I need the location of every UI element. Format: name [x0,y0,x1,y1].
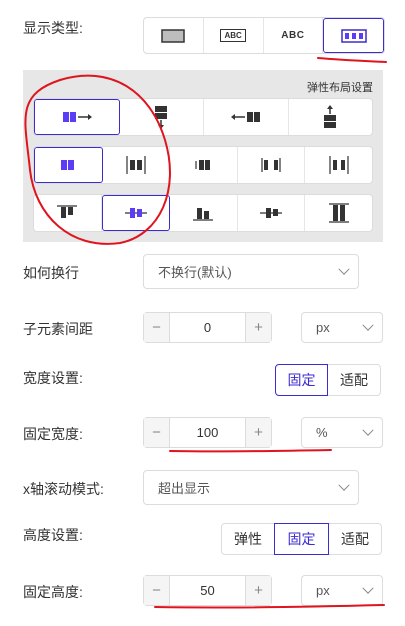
annotation-underline-display-type [317,57,387,63]
annotation-circle-flex-options [24,74,171,245]
annotation-underline-fixed-width [169,449,332,453]
annotation-overlay [24,57,387,609]
width-fixed-button[interactable]: 固定 [275,364,328,396]
annotation-underline-fixed-height [154,604,385,609]
height-fixed-button[interactable]: 固定 [274,523,329,555]
